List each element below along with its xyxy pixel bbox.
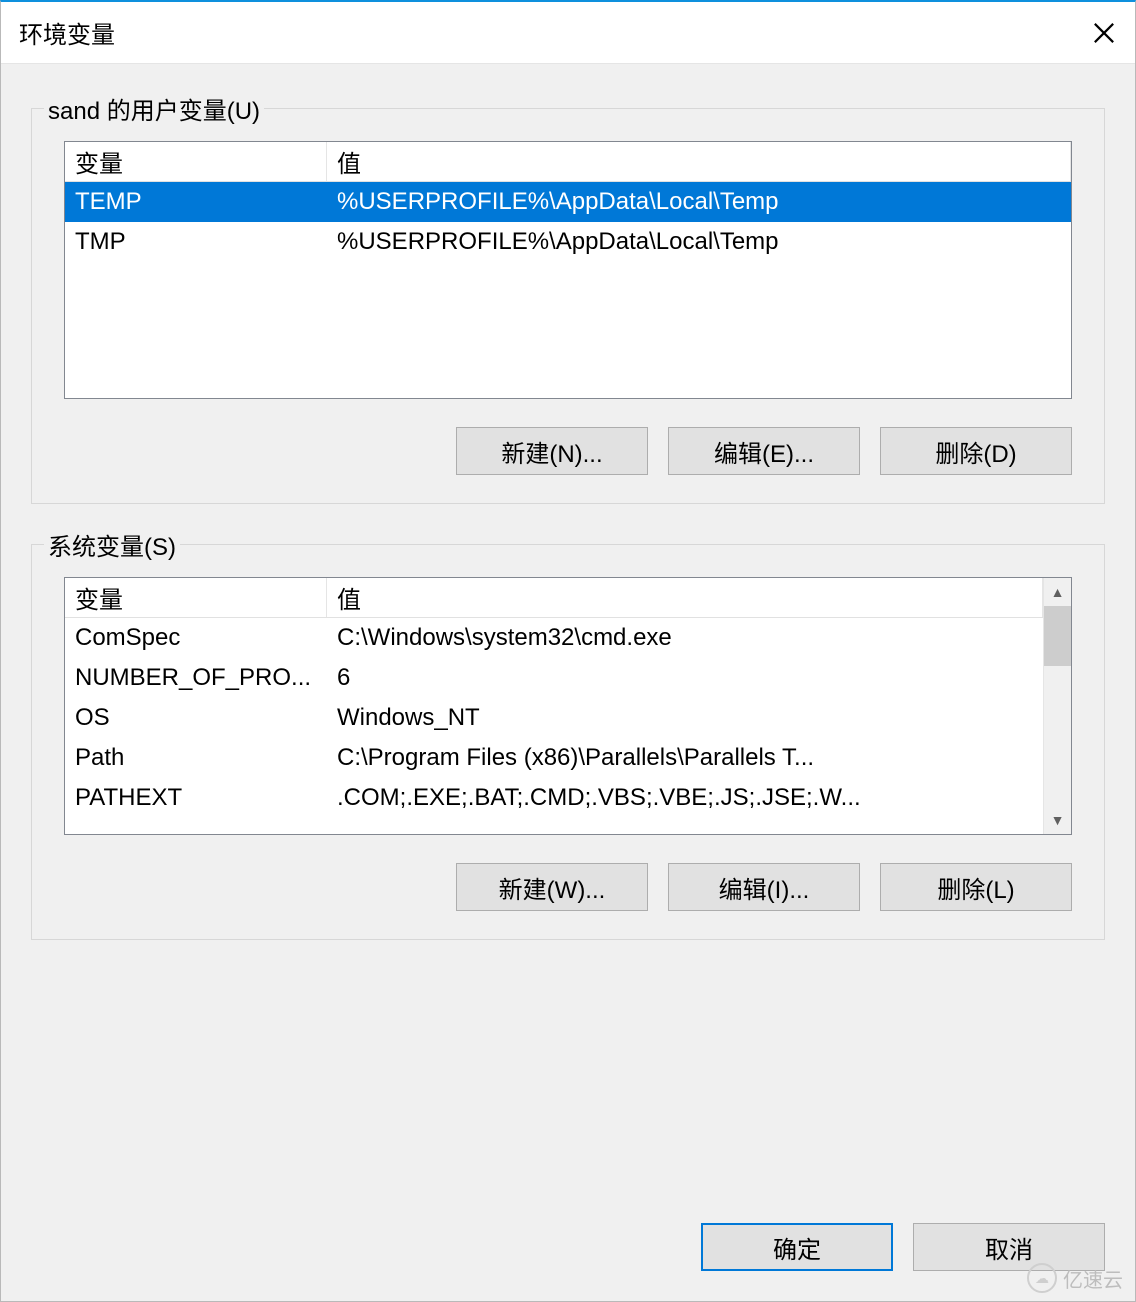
cell-value: C:\Program Files (x86)\Parallels\Paralle… (327, 742, 1043, 774)
scrollbar[interactable]: ▲ ▼ (1043, 578, 1071, 834)
system-delete-button[interactable]: 删除(L) (880, 863, 1072, 911)
cell-value: .COM;.EXE;.BAT;.CMD;.VBS;.VBE;.JS;.JSE;.… (327, 782, 1043, 814)
cell-variable: NUMBER_OF_PRO... (65, 662, 327, 694)
cell-variable: Path (65, 742, 327, 774)
user-new-button[interactable]: 新建(N)... (456, 427, 648, 475)
system-edit-button[interactable]: 编辑(I)... (668, 863, 860, 911)
cell-variable: ComSpec (65, 622, 327, 654)
scroll-track[interactable] (1044, 666, 1071, 806)
column-header-variable[interactable]: 变量 (65, 142, 327, 181)
system-variables-group: 系统变量(S) 变量 值 ComSpec C:\Windows\system32… (31, 544, 1105, 940)
system-variables-list[interactable]: 变量 值 ComSpec C:\Windows\system32\cmd.exe… (64, 577, 1072, 835)
list-header: 变量 值 (65, 142, 1071, 182)
cell-variable: OS (65, 702, 327, 734)
cell-variable: TEMP (65, 186, 327, 218)
close-icon (1093, 22, 1115, 44)
user-button-row: 新建(N)... 编辑(E)... 删除(D) (64, 427, 1072, 475)
cell-value: %USERPROFILE%\AppData\Local\Temp (327, 186, 1071, 218)
table-row[interactable]: Path C:\Program Files (x86)\Parallels\Pa… (65, 738, 1043, 778)
user-variables-group: sand 的用户变量(U) 变量 值 TEMP %USERPROFILE%\Ap… (31, 108, 1105, 504)
cell-variable: PATHEXT (65, 782, 327, 814)
titlebar: 环境变量 (1, 2, 1135, 64)
user-variables-label: sand 的用户变量(U) (44, 91, 264, 126)
cancel-button[interactable]: 取消 (913, 1223, 1105, 1271)
environment-variables-dialog: 环境变量 sand 的用户变量(U) 变量 值 TEMP %USERPROFIL… (0, 0, 1136, 1302)
ok-button[interactable]: 确定 (701, 1223, 893, 1271)
table-row[interactable]: OS Windows_NT (65, 698, 1043, 738)
cell-value: C:\Windows\system32\cmd.exe (327, 622, 1043, 654)
cell-value: %USERPROFILE%\AppData\Local\Temp (327, 226, 1071, 258)
table-row[interactable]: NUMBER_OF_PRO... 6 (65, 658, 1043, 698)
list-header: 变量 值 (65, 578, 1043, 618)
column-header-value[interactable]: 值 (327, 578, 1043, 617)
table-row[interactable]: ComSpec C:\Windows\system32\cmd.exe (65, 618, 1043, 658)
system-new-button[interactable]: 新建(W)... (456, 863, 648, 911)
dialog-footer: 确定 取消 (1, 1199, 1135, 1301)
system-variables-label: 系统变量(S) (44, 527, 180, 562)
cell-value: 6 (327, 662, 1043, 694)
close-button[interactable] (1073, 2, 1135, 64)
scroll-down-icon[interactable]: ▼ (1044, 806, 1071, 834)
table-row[interactable]: TMP %USERPROFILE%\AppData\Local\Temp (65, 222, 1071, 262)
user-edit-button[interactable]: 编辑(E)... (668, 427, 860, 475)
user-delete-button[interactable]: 删除(D) (880, 427, 1072, 475)
system-button-row: 新建(W)... 编辑(I)... 删除(L) (64, 863, 1072, 911)
table-row[interactable]: PATHEXT .COM;.EXE;.BAT;.CMD;.VBS;.VBE;.J… (65, 778, 1043, 818)
cell-value: Windows_NT (327, 702, 1043, 734)
window-title: 环境变量 (19, 15, 115, 50)
column-header-value[interactable]: 值 (327, 142, 1071, 181)
table-row[interactable]: TEMP %USERPROFILE%\AppData\Local\Temp (65, 182, 1071, 222)
scroll-thumb[interactable] (1044, 606, 1071, 666)
user-variables-list[interactable]: 变量 值 TEMP %USERPROFILE%\AppData\Local\Te… (64, 141, 1072, 399)
dialog-content: sand 的用户变量(U) 变量 值 TEMP %USERPROFILE%\Ap… (1, 64, 1135, 1199)
scroll-up-icon[interactable]: ▲ (1044, 578, 1071, 606)
cell-variable: TMP (65, 226, 327, 258)
column-header-variable[interactable]: 变量 (65, 578, 327, 617)
